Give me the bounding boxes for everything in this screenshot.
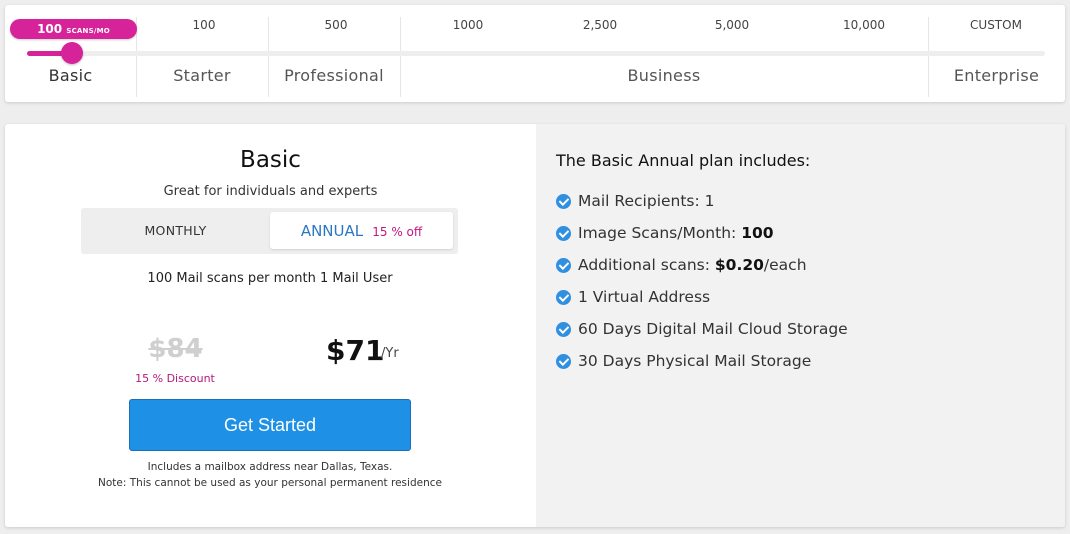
tier-enterprise[interactable]: Enterprise xyxy=(928,66,1065,85)
feature-item: Additional scans: $0.20 /each xyxy=(556,255,807,275)
badge-unit: SCANS/MO xyxy=(66,27,110,35)
feature-suffix: /each xyxy=(763,256,807,274)
fineprint-address: Includes a mailbox address near Dallas, … xyxy=(147,461,393,473)
check-circle-icon xyxy=(556,257,571,273)
feature-item: 1 Virtual Address xyxy=(556,287,710,307)
tick-500[interactable]: 500 xyxy=(291,18,381,32)
feature-value: $0.20 xyxy=(714,256,764,274)
price-period: /Yr xyxy=(381,346,399,361)
feature-text: Mail Recipients: 1 xyxy=(578,192,715,210)
check-circle-icon xyxy=(556,193,571,209)
tier-professional[interactable]: Professional xyxy=(268,66,400,85)
slider-value-badge: 100 SCANS/MO xyxy=(10,19,137,39)
tick-5000[interactable]: 5,000 xyxy=(687,18,777,32)
plan-title: Basic xyxy=(240,147,301,173)
old-price: $84 xyxy=(148,334,203,364)
feature-item: Image Scans/Month: 100 xyxy=(556,223,774,243)
check-circle-icon xyxy=(556,225,571,241)
slider-thumb[interactable] xyxy=(61,42,83,64)
toggle-annual-label: ANNUAL xyxy=(300,222,364,240)
feature-item: 60 Days Digital Mail Cloud Storage xyxy=(556,319,848,339)
check-circle-icon xyxy=(556,289,571,305)
tick-1000[interactable]: 1000 xyxy=(423,18,513,32)
slider-track[interactable] xyxy=(27,51,1045,56)
toggle-annual-discount: 15 % off xyxy=(372,225,423,239)
feature-text: Image Scans/Month: xyxy=(578,224,742,242)
feature-item: Mail Recipients: 1 xyxy=(556,191,715,211)
tier-divider xyxy=(928,17,929,97)
get-started-button[interactable]: Get Started xyxy=(129,399,411,451)
billing-toggle: MONTHLY ANNUAL 15 % off xyxy=(81,208,458,254)
tick-10000[interactable]: 10,000 xyxy=(819,18,909,32)
toggle-monthly[interactable]: MONTHLY xyxy=(81,208,270,254)
feature-item: 30 Days Physical Mail Storage xyxy=(556,351,811,371)
new-price: $71 xyxy=(326,334,385,367)
includes-title: The Basic Annual plan includes: xyxy=(556,151,811,170)
discount-label: 15 % Discount xyxy=(135,372,215,385)
tier-divider xyxy=(268,17,269,97)
feature-value: 100 xyxy=(741,224,774,242)
plan-card: Basic Great for individuals and experts … xyxy=(5,124,1065,527)
fineprint-note: Note: This cannot be used as your person… xyxy=(98,477,442,489)
tick-100[interactable]: 100 xyxy=(159,18,249,32)
tick-custom[interactable]: CUSTOM xyxy=(951,18,1041,32)
tier-business[interactable]: Business xyxy=(400,66,928,85)
scans-description: 100 Mail scans per month 1 Mail User xyxy=(147,271,393,286)
feature-text: 60 Days Digital Mail Cloud Storage xyxy=(578,320,848,338)
plan-pricing-panel: Basic Great for individuals and experts … xyxy=(5,124,536,527)
badge-value: 100 xyxy=(37,22,63,36)
tier-basic[interactable]: Basic xyxy=(5,66,136,85)
tier-divider xyxy=(400,17,401,97)
check-circle-icon xyxy=(556,353,571,369)
tier-starter[interactable]: Starter xyxy=(136,66,268,85)
plan-slider-card: 100 SCANS/MO 100 500 1000 2,500 5,000 10… xyxy=(5,5,1065,102)
plan-features-panel: The Basic Annual plan includes: Mail Rec… xyxy=(536,124,1065,527)
feature-text: 1 Virtual Address xyxy=(578,288,711,306)
check-circle-icon xyxy=(556,321,571,337)
plan-subtitle: Great for individuals and experts xyxy=(163,184,378,199)
tick-2500[interactable]: 2,500 xyxy=(555,18,645,32)
feature-text: Additional scans: xyxy=(578,256,715,274)
feature-text: 30 Days Physical Mail Storage xyxy=(578,352,812,370)
toggle-annual[interactable]: ANNUAL 15 % off xyxy=(270,212,453,249)
